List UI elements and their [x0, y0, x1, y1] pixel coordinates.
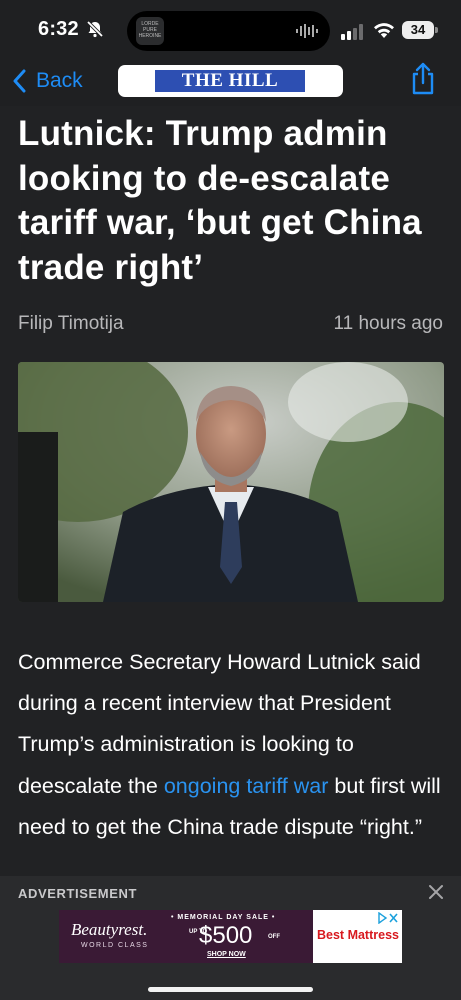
bell-slash-icon — [86, 20, 104, 38]
status-bar: 6:32 LORDE PURE HEROINE 34 — [0, 0, 461, 62]
battery-icon: 34 — [402, 21, 434, 39]
adchoices-icon[interactable] — [377, 912, 399, 924]
nav-bar: Back THE HILL — [0, 62, 461, 106]
publication-logo[interactable]: THE HILL — [118, 65, 343, 97]
ad-banner[interactable]: Beautyrest. WORLD CLASS • MEMORIAL DAY S… — [59, 910, 402, 963]
dynamic-island[interactable]: LORDE PURE HEROINE — [127, 11, 330, 51]
status-time: 6:32 — [38, 18, 79, 40]
share-icon[interactable] — [409, 62, 437, 96]
battery-tip — [435, 27, 438, 33]
logo-text: THE HILL — [155, 70, 305, 92]
close-icon[interactable] — [428, 884, 444, 900]
ad-label: ADVERTISEMENT — [18, 886, 138, 901]
ad-off: OFF — [268, 934, 280, 940]
wifi-icon — [374, 23, 394, 38]
ad-sale-title: • MEMORIAL DAY SALE • — [171, 914, 276, 921]
ad-shop-now[interactable]: SHOP NOW — [207, 951, 246, 958]
author-name[interactable]: Filip Timotija — [18, 313, 124, 335]
publish-time: 11 hours ago — [333, 313, 443, 334]
article-headline: Lutnick: Trump admin looking to de-escal… — [18, 114, 422, 287]
cellular-signal-icon — [341, 24, 363, 40]
article-photo[interactable] — [18, 362, 444, 602]
back-label: Back — [36, 69, 83, 92]
home-indicator[interactable] — [148, 987, 313, 992]
advertisement-bar: ADVERTISEMENT Beautyrest. WORLD CLASS • … — [0, 876, 461, 1000]
ad-retailer: Best Mattress — [317, 928, 399, 942]
back-button[interactable]: Back — [12, 66, 83, 96]
ad-brand: Beautyrest. — [71, 920, 148, 939]
article-body: Commerce Secretary Howard Lutnick said d… — [18, 642, 446, 848]
audio-wave-icon — [296, 24, 318, 38]
ad-amount: $500 — [199, 922, 253, 949]
ad-brand-tagline: WORLD CLASS — [81, 942, 149, 949]
ad-promo-panel: Beautyrest. WORLD CLASS • MEMORIAL DAY S… — [59, 910, 313, 963]
album-art: LORDE PURE HEROINE — [136, 17, 164, 45]
photo-illustration — [18, 362, 444, 602]
chevron-left-icon — [13, 69, 26, 93]
ongoing-tariff-war-link[interactable]: ongoing tar­iff war — [164, 774, 329, 798]
